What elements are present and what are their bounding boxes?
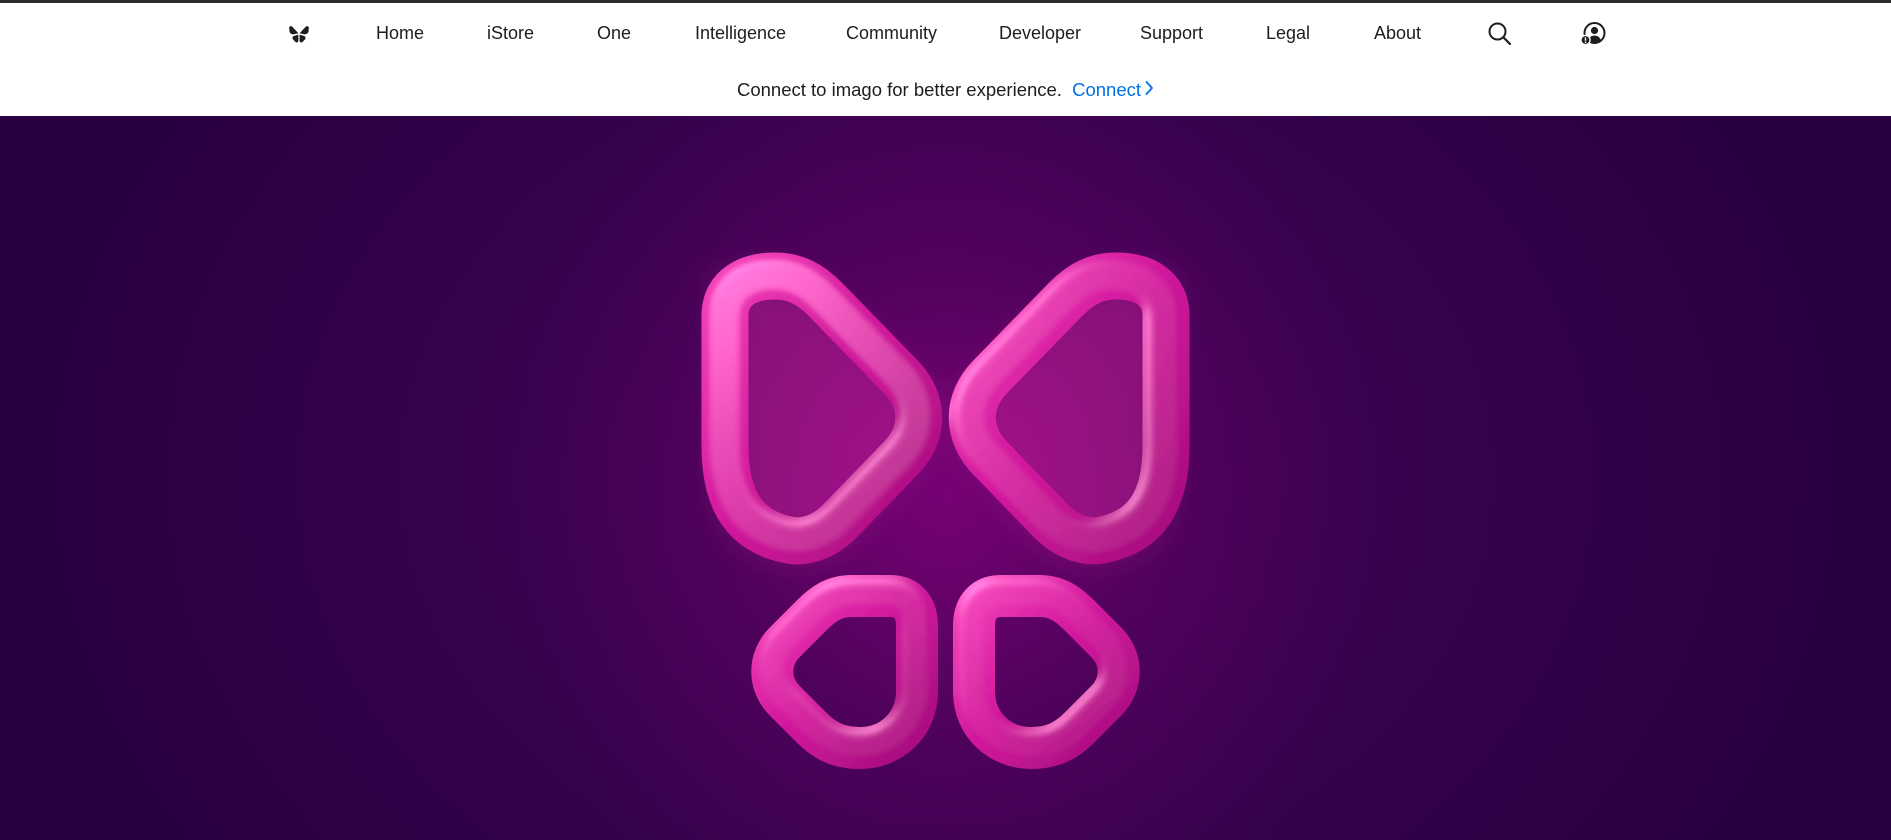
- global-nav: Home iStore One Intelligence Community D…: [0, 3, 1891, 63]
- banner-text: Connect to imago for better experience.: [736, 79, 1062, 100]
- chevron-right-icon: [1145, 63, 1154, 116]
- connect-banner: Connect to imago for better experience. …: [0, 63, 1891, 116]
- nav-item-istore[interactable]: iStore: [487, 21, 534, 45]
- nav-item-support[interactable]: Support: [1140, 21, 1203, 45]
- butterfly-hero-logo: [701, 252, 1190, 769]
- nav-item-developer[interactable]: Developer: [999, 21, 1081, 45]
- account-icon[interactable]: [1580, 21, 1606, 47]
- connect-link[interactable]: Connect: [1072, 79, 1154, 100]
- nav-item-about[interactable]: About: [1374, 21, 1421, 45]
- nav-item-legal[interactable]: Legal: [1266, 21, 1310, 45]
- search-icon[interactable]: [1487, 21, 1513, 47]
- nav-item-intelligence[interactable]: Intelligence: [695, 21, 786, 45]
- nav-item-one[interactable]: One: [597, 21, 631, 45]
- hero-section: [0, 116, 1891, 840]
- connect-link-label[interactable]: Connect: [1072, 79, 1141, 100]
- butterfly-logo-icon[interactable]: [288, 22, 310, 44]
- nav-item-home[interactable]: Home: [376, 21, 424, 45]
- nav-item-community[interactable]: Community: [846, 21, 937, 45]
